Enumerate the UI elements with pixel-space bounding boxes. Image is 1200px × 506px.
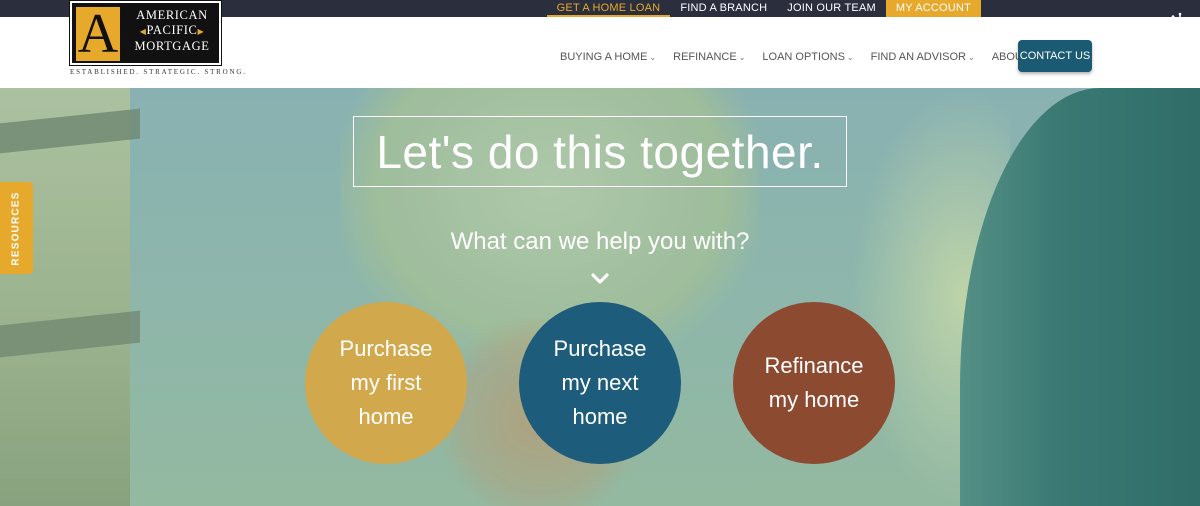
resources-label: RESOURCES <box>11 190 22 266</box>
nav-item-loan-options[interactable]: LOAN OPTIONS ⌄ <box>762 51 853 63</box>
logo-a-mark: A <box>76 3 120 65</box>
logo-tagline: ESTABLISHED. STRATEGIC. STRONG. <box>70 68 247 76</box>
logo-badge: A AMERICAN ◀PACIFIC▶ MORTGAGE <box>69 0 222 66</box>
chevron-down-icon: ⌄ <box>846 52 854 62</box>
chevron-down-icon: ⌄ <box>967 52 975 62</box>
nav-item-label: BUYING A HOME <box>560 51 648 63</box>
nav-item-label: FIND AN ADVISOR <box>870 51 966 63</box>
nav-item-label: REFINANCE <box>673 51 737 63</box>
logo-line-2-text: PACIFIC <box>146 23 198 37</box>
contact-us-button[interactable]: CONTACT US <box>1018 40 1092 72</box>
logo-wordmark: AMERICAN ◀PACIFIC▶ MORTGAGE <box>124 8 220 54</box>
chevron-down-icon: ⌄ <box>649 52 657 62</box>
nav-item-buying-a-home[interactable]: BUYING A HOME ⌄ <box>560 51 656 63</box>
hero-subhead: What can we help you with? <box>450 228 750 255</box>
logo-line-1: AMERICAN <box>136 8 208 22</box>
utility-nav: GET A HOME LOAN FIND A BRANCH JOIN OUR T… <box>546 0 981 17</box>
get-a-home-loan-link[interactable]: GET A HOME LOAN <box>546 0 671 17</box>
chevron-down-icon[interactable] <box>589 270 611 286</box>
option-label: Purchase my next home <box>553 336 647 429</box>
find-a-branch-link[interactable]: FIND A BRANCH <box>670 0 777 17</box>
left-arrow-icon: ◀ <box>139 27 147 36</box>
logo-line-3: MORTGAGE <box>134 39 210 53</box>
hero-section: Let's do this together. What can we help… <box>0 88 1200 506</box>
nav-item-label: LOAN OPTIONS <box>762 51 845 63</box>
nav-item-find-an-advisor[interactable]: FIND AN ADVISOR ⌄ <box>871 51 975 63</box>
join-our-team-link[interactable]: JOIN OUR TEAM <box>777 0 886 17</box>
option-label: Refinance my home <box>764 353 864 412</box>
nav-item-refinance[interactable]: REFINANCE ⌄ <box>673 51 745 63</box>
purchase-next-home-button[interactable]: Purchase my next home <box>519 302 681 464</box>
purchase-first-home-button[interactable]: Purchase my first home <box>305 302 467 464</box>
hero-headline: Let's do this together. <box>353 116 847 187</box>
site-header: A AMERICAN ◀PACIFIC▶ MORTGAGE ESTABLISHE… <box>0 0 1200 88</box>
refinance-home-button[interactable]: Refinance my home <box>733 302 895 464</box>
my-account-link[interactable]: MY ACCOUNT <box>885 0 981 17</box>
company-logo[interactable]: A AMERICAN ◀PACIFIC▶ MORTGAGE ESTABLISHE… <box>69 0 247 81</box>
right-arrow-icon: ▶ <box>197 27 205 36</box>
resources-tab[interactable]: RESOURCES <box>0 182 33 274</box>
logo-line-2: ◀PACIFIC▶ <box>124 23 220 39</box>
chevron-down-icon: ⌄ <box>738 52 746 62</box>
main-nav: BUYING A HOME ⌄ REFINANCE ⌄ LOAN OPTIONS ⌄ … <box>560 51 1055 63</box>
option-label: Purchase my first home <box>339 336 433 429</box>
